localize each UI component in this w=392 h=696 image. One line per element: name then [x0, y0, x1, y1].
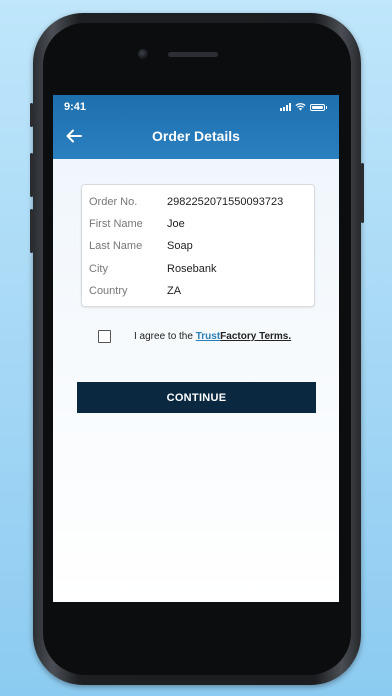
- detail-label: City: [89, 263, 108, 275]
- mute-switch: [30, 103, 33, 127]
- detail-label: Order No.: [89, 196, 138, 208]
- detail-row-order-no: Order No. 2982252071550093723: [82, 193, 314, 215]
- app-screen: 9:41 Order Details Order No. 29822520715…: [53, 95, 339, 602]
- detail-label: Country: [89, 285, 128, 297]
- detail-value: 2982252071550093723: [167, 196, 284, 208]
- status-bar: 9:41: [53, 95, 339, 121]
- battery-icon: [310, 104, 325, 111]
- terms-link-trust[interactable]: Trust: [196, 331, 220, 342]
- detail-value: ZA: [167, 285, 182, 297]
- detail-row-first-name: First Name Joe: [82, 215, 314, 237]
- page-title: Order Details: [152, 128, 240, 144]
- detail-value: Rosebank: [167, 263, 217, 275]
- terms-checkbox[interactable]: [98, 330, 111, 343]
- detail-label: Last Name: [89, 240, 143, 252]
- power-button: [361, 163, 364, 223]
- front-camera: [138, 49, 148, 59]
- earpiece-speaker: [168, 52, 218, 57]
- terms-agreement: I agree to the TrustFactory Terms.: [97, 330, 327, 346]
- detail-value: Joe: [167, 218, 185, 230]
- detail-value: Soap: [167, 240, 193, 252]
- terms-link-factory[interactable]: Factory Terms.: [220, 331, 291, 342]
- terms-prefix: I agree to the: [134, 331, 196, 342]
- volume-down-button: [30, 209, 33, 253]
- detail-row-last-name: Last Name Soap: [82, 237, 314, 259]
- wifi-icon: [295, 103, 306, 111]
- volume-up-button: [30, 153, 33, 197]
- continue-button[interactable]: CONTINUE: [77, 382, 316, 413]
- battery-tip: [326, 106, 327, 109]
- status-time: 9:41: [64, 101, 87, 113]
- status-icons: [280, 103, 327, 111]
- order-details-card: Order No. 2982252071550093723 First Name…: [81, 184, 315, 307]
- detail-row-city: City Rosebank: [82, 260, 314, 282]
- detail-row-country: Country ZA: [82, 282, 314, 304]
- cellular-signal-icon: [280, 103, 291, 111]
- app-bar: 9:41 Order Details: [53, 95, 339, 159]
- detail-label: First Name: [89, 218, 143, 230]
- terms-text: I agree to the TrustFactory Terms.: [134, 331, 291, 342]
